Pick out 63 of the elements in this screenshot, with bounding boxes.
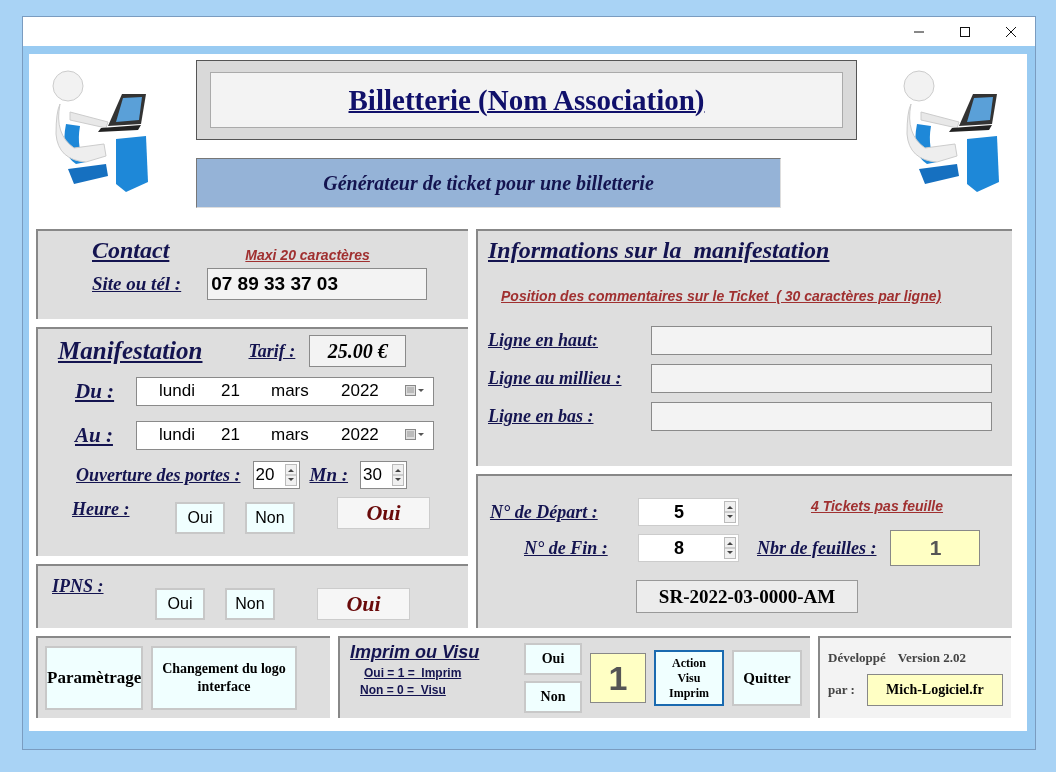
credit-text: par : — [828, 682, 855, 698]
field-label: Du : — [74, 378, 116, 404]
section-heading: Imprim ou Visu — [350, 642, 481, 663]
field-label: Au : — [73, 422, 114, 448]
start-number-field[interactable]: 5 — [638, 498, 739, 526]
spin-buttons[interactable] — [724, 501, 736, 523]
choice-button[interactable]: Non — [524, 681, 582, 713]
version-text: Version 2.02 — [897, 650, 966, 666]
quit-button[interactable]: Quitter — [732, 650, 802, 706]
choice-result: Oui — [317, 588, 410, 620]
author-name: Mich-Logiciel.fr — [866, 674, 1003, 706]
text-field[interactable] — [651, 326, 992, 355]
end-number-field[interactable]: 8 — [638, 534, 739, 562]
spin-buttons[interactable] — [724, 537, 736, 559]
field-label: Nbr de feuilles : — [757, 537, 877, 559]
choice-button[interactable]: Oui — [155, 588, 205, 620]
field-label: Ligne en bas : — [488, 406, 595, 427]
hint-text: Maxi 20 caractères — [245, 246, 370, 263]
field-label: Heure : — [72, 499, 131, 520]
credit-text: Développé — [828, 650, 886, 666]
field-label: Mn : — [309, 464, 349, 486]
choice-result: Oui — [337, 497, 430, 529]
hour-field[interactable]: 20 — [252, 461, 300, 489]
subtitle-banner: Générateur de ticket pour une billetterie — [196, 158, 781, 208]
legend-text: Oui = 1 = Imprim — [364, 666, 463, 680]
choice-button[interactable]: Non — [245, 502, 295, 534]
ticket-reference: SR-2022-03-0000-AM — [636, 580, 858, 613]
choice-button[interactable]: Non — [225, 588, 275, 620]
date-picker[interactable]: lundi 21 mars 2022 — [136, 420, 434, 450]
choice-button[interactable]: Oui — [175, 502, 225, 534]
spin-buttons[interactable] — [392, 464, 405, 486]
app-title: Billetterie (Nom Association) — [210, 72, 843, 128]
choice-button[interactable]: Oui — [524, 643, 582, 675]
hint-text: 4 Tickets pas feuille — [811, 498, 944, 514]
settings-button[interactable]: Paramètrage — [45, 646, 143, 710]
calendar-dropdown-icon[interactable] — [405, 429, 425, 441]
close-icon[interactable] — [1005, 25, 1017, 38]
spin-buttons[interactable] — [284, 464, 297, 486]
field-label: Ouverture des portes : — [76, 464, 241, 486]
field-label: Tarif : — [248, 340, 296, 362]
minutes-field[interactable]: 30 — [360, 461, 408, 489]
maximize-icon[interactable] — [959, 25, 971, 38]
calendar-dropdown-icon[interactable] — [405, 385, 425, 397]
legend-text: Non = 0 = Visu — [360, 683, 447, 697]
price-field[interactable]: 25.00 € — [309, 335, 407, 367]
sheet-count: 1 — [890, 530, 981, 566]
change-logo-button[interactable]: Changement du logo interface — [151, 646, 297, 710]
text-field[interactable] — [651, 364, 992, 393]
text-field[interactable] — [651, 402, 992, 431]
field-label: IPNS : — [52, 576, 105, 597]
date-picker[interactable]: lundi 21 mars 2022 — [136, 376, 434, 406]
field-label: Site ou tél : — [92, 273, 182, 295]
action-button[interactable]: Action Visu Imprim — [654, 650, 724, 706]
section-heading: Contact — [92, 237, 170, 264]
section-heading: Informations sur la manifestation — [488, 237, 831, 264]
field-label: N° de Fin : — [523, 537, 609, 559]
contact-field[interactable]: 07 89 33 37 03 — [207, 268, 428, 300]
hint-text: Position des commentaires sur le Ticket ( 30 caractères par ligne) — [501, 288, 943, 304]
mode-value: 1 — [590, 653, 646, 703]
field-label: Ligne en haut: — [488, 330, 599, 351]
field-label: N° de Départ : — [490, 501, 599, 523]
section-heading: Manifestation — [58, 337, 203, 365]
field-label: Ligne au millieu : — [488, 368, 623, 389]
